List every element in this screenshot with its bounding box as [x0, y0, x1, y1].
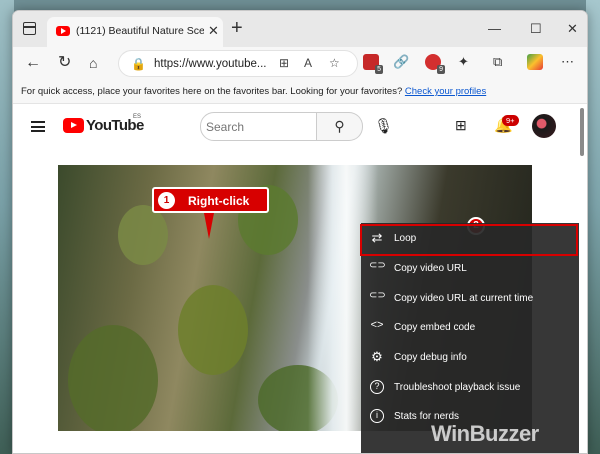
- tree-foliage: [178, 285, 248, 375]
- step1-number: 1: [158, 192, 175, 209]
- search-icon: ⚲: [334, 118, 345, 134]
- code-icon: <>: [370, 319, 384, 331]
- favorites-bar-text: For quick access, place your favorites h…: [21, 86, 486, 97]
- menu-item-label: Copy embed code: [394, 322, 476, 333]
- browser-window: (1121) Beautiful Nature Scenery ✕ + — ☐ …: [12, 10, 588, 454]
- menu-item-copy-video-url[interactable]: ⊂⊃ Copy video URL: [361, 254, 579, 283]
- help-icon: ?: [370, 380, 384, 394]
- scrollbar[interactable]: [580, 108, 584, 156]
- check-profiles-link[interactable]: Check your profiles: [405, 86, 486, 97]
- lock-icon[interactable]: 🔒: [131, 57, 146, 71]
- link-icon: ⊂⊃: [369, 290, 386, 301]
- close-window-button[interactable]: ✕: [567, 21, 578, 37]
- browser-toolbar: ← ↻ ⌂ 🔒 https://www.youtube... ⊞ A ☆ 5 🔗…: [13, 47, 587, 81]
- search-input[interactable]: [201, 113, 316, 140]
- collections-icon[interactable]: ⧉: [493, 54, 502, 70]
- search-button[interactable]: ⚲: [317, 112, 363, 141]
- microphone-icon[interactable]: 🎙: [374, 117, 393, 135]
- read-aloud-icon[interactable]: A: [304, 56, 312, 70]
- link-icon: ⊂⊃: [369, 260, 386, 271]
- tab-title: (1121) Beautiful Nature Scenery: [76, 25, 204, 37]
- profile-icon[interactable]: [527, 54, 543, 70]
- favorites-bar: For quick access, place your favorites h…: [13, 81, 587, 104]
- notification-badge: 9+: [502, 115, 519, 126]
- menu-item-label: Copy debug info: [394, 352, 467, 363]
- tree-foliage: [68, 325, 158, 431]
- extensions-puzzle-icon[interactable]: ✦: [458, 54, 469, 70]
- youtube-favicon-icon: [56, 26, 70, 36]
- favorite-star-icon[interactable]: ☆: [329, 56, 340, 70]
- more-menu-icon[interactable]: ⋯: [561, 54, 574, 70]
- create-video-icon[interactable]: ⊞: [455, 117, 467, 134]
- step1-callout: 1 Right-click: [152, 187, 269, 239]
- refresh-icon[interactable]: ↻: [58, 53, 71, 73]
- tab-active[interactable]: (1121) Beautiful Nature Scenery ✕: [47, 17, 223, 47]
- favorites-message: For quick access, place your favorites h…: [21, 86, 403, 97]
- tab-actions-icon[interactable]: [23, 22, 36, 35]
- avatar[interactable]: [532, 114, 556, 138]
- menu-item-label: Copy video URL at current time: [394, 293, 534, 304]
- tab-close-icon[interactable]: ✕: [208, 23, 219, 39]
- desktop-background-right: [586, 0, 600, 454]
- menu-item-loop[interactable]: ⇄ Loop: [360, 224, 579, 256]
- info-icon: i: [370, 409, 384, 423]
- menu-item-copy-debug-info[interactable]: ⚙ Copy debug info: [361, 343, 579, 372]
- maximize-button[interactable]: ☐: [530, 21, 542, 37]
- menu-item-copy-embed-code[interactable]: <> Copy embed code: [361, 313, 579, 342]
- hamburger-menu-icon[interactable]: [31, 121, 45, 132]
- back-arrow-icon[interactable]: ←: [25, 53, 41, 73]
- url-text: https://www.youtube...: [154, 58, 267, 70]
- watermark: WinBuzzer: [431, 421, 539, 446]
- country-code: ES: [133, 114, 142, 120]
- title-bar: (1121) Beautiful Nature Scenery ✕ + — ☐ …: [13, 11, 587, 47]
- new-tab-button[interactable]: +: [231, 18, 243, 38]
- minimize-button[interactable]: —: [488, 21, 501, 36]
- step1-text: Right-click: [188, 194, 250, 208]
- context-menu: ⇄ Loop ⊂⊃ Copy video URL ⊂⊃ Copy video U…: [360, 223, 579, 453]
- home-icon[interactable]: ⌂: [89, 53, 97, 73]
- menu-item-label: Troubleshoot playback issue: [394, 382, 521, 393]
- bug-icon: ⚙: [371, 349, 383, 364]
- search-box: [200, 112, 317, 141]
- tree-foliage: [118, 205, 168, 265]
- link-extension-icon[interactable]: 🔗: [393, 54, 409, 70]
- menu-item-label: Copy video URL: [394, 263, 467, 274]
- extension-a-icon[interactable]: 5: [363, 54, 383, 74]
- youtube-logo-icon[interactable]: [63, 118, 84, 133]
- highlight-box: [360, 224, 578, 256]
- menu-item-copy-url-current-time[interactable]: ⊂⊃ Copy video URL at current time: [361, 284, 579, 313]
- address-bar[interactable]: 🔒 https://www.youtube... ⊞ A ☆: [118, 50, 358, 77]
- extension-b-icon[interactable]: 9: [425, 54, 445, 74]
- menu-item-troubleshoot[interactable]: ? Troubleshoot playback issue: [361, 373, 579, 402]
- app-available-icon[interactable]: ⊞: [279, 56, 289, 70]
